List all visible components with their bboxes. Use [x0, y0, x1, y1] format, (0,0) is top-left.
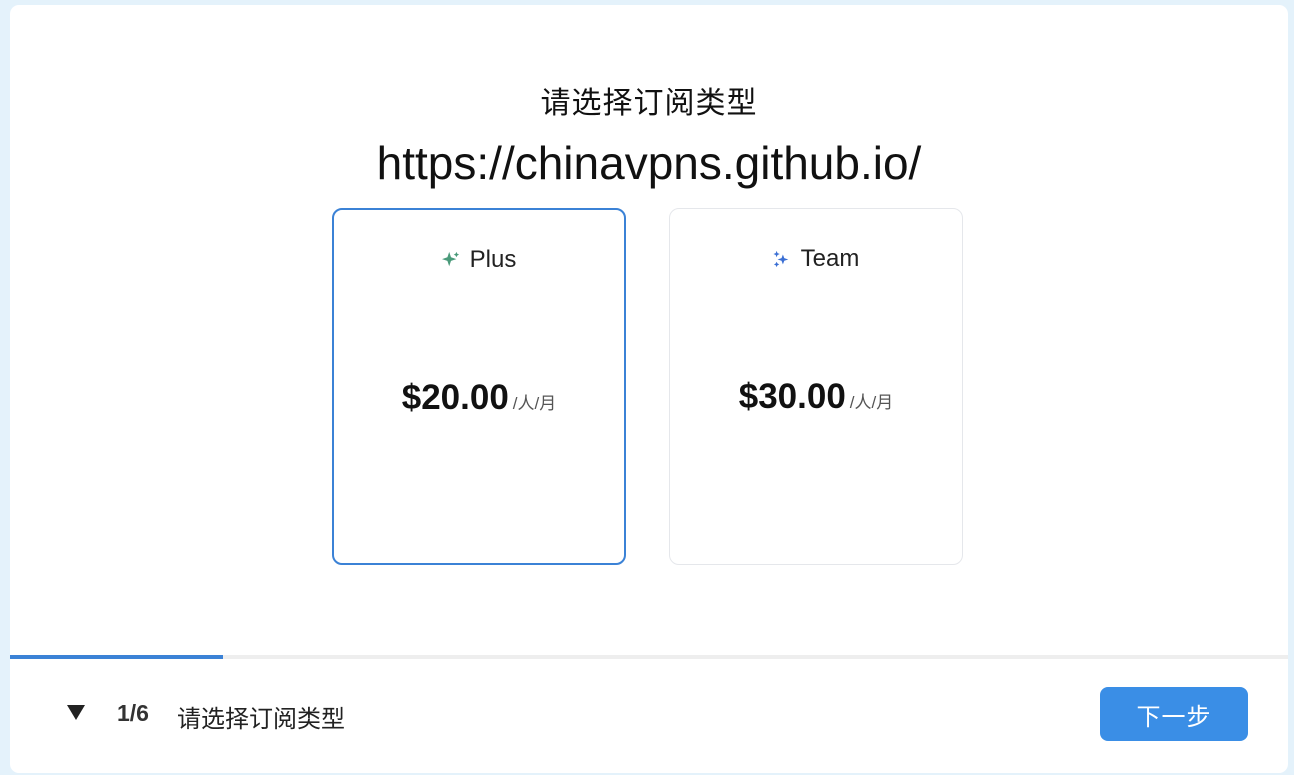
- plan-price: $30.00: [738, 377, 846, 416]
- sparkle-icon: [441, 251, 460, 269]
- step-counter: 1/6: [117, 700, 149, 726]
- sparkle-icon: [773, 250, 791, 268]
- plan-card-team[interactable]: Team $30.00 /人/月: [669, 208, 963, 565]
- price-row-team: $30.00 /人/月: [670, 377, 962, 417]
- caret-down-icon[interactable]: [65, 701, 87, 723]
- footer: 1/6 请选择订阅类型 下一步: [10, 659, 1288, 773]
- url-text: https://chinavpns.github.io/: [376, 137, 922, 189]
- next-button[interactable]: 下一步: [1100, 687, 1248, 741]
- plan-name: Team: [800, 245, 860, 272]
- price-row-plus: $20.00 /人/月: [334, 378, 624, 418]
- price-unit: /人/月: [512, 394, 557, 413]
- plan-name: Plus: [469, 246, 517, 273]
- page-heading: 请选择订阅类型: [540, 87, 758, 120]
- price-unit: /人/月: [849, 393, 894, 412]
- plan-header-plus: Plus: [334, 246, 624, 274]
- plan-header-team: Team: [670, 245, 962, 273]
- step-label: 请选择订阅类型: [177, 706, 345, 733]
- survey-card: 请选择订阅类型 https://chinavpns.github.io/ Plu…: [10, 5, 1288, 773]
- plan-card-plus[interactable]: Plus $20.00 /人/月: [332, 208, 626, 565]
- plan-price: $20.00: [401, 378, 509, 417]
